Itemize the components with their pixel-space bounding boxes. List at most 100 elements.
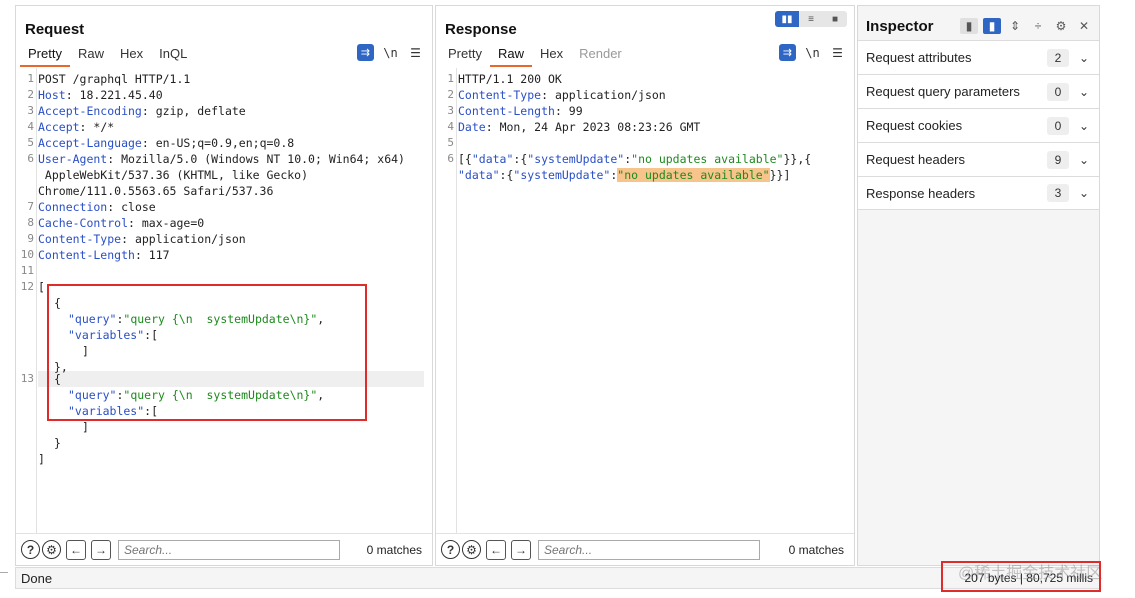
stats-highlight-box <box>941 561 1101 592</box>
tab-render[interactable]: Render <box>571 45 630 67</box>
header-line: Date: Mon, 24 Apr 2023 08:23:26 GMT <box>458 120 701 134</box>
wrap-lines-icon[interactable]: ⇉ <box>357 44 374 61</box>
close-icon[interactable]: ✕ <box>1075 18 1093 34</box>
line-number: 8 <box>27 216 34 229</box>
inspector-layout-left-icon[interactable]: ▮ <box>960 18 978 34</box>
line-number: 12 <box>20 280 34 293</box>
response-search-bar: ? ⚙ ← → 0 matches <box>436 533 854 565</box>
line-number: 5 <box>447 136 454 149</box>
next-match-icon[interactable]: → <box>511 539 531 560</box>
chevron-down-icon[interactable]: ⌄ <box>1069 186 1099 200</box>
tab-pretty[interactable]: Pretty <box>440 45 490 67</box>
response-panel: ▮▮ ≡ ■ Response Pretty Raw Hex Render ⇉ … <box>435 5 855 566</box>
header-line: Content-Type: application/json <box>458 88 666 102</box>
chevron-down-icon[interactable]: ⌄ <box>1069 85 1099 99</box>
request-title: Request <box>25 21 85 38</box>
header-line: Accept-Encoding: gzip, deflate <box>38 104 246 118</box>
next-match-icon[interactable]: → <box>91 539 111 560</box>
help-icon[interactable]: ? <box>441 540 460 559</box>
line-number: 3 <box>447 104 454 117</box>
tab-hex[interactable]: Hex <box>112 45 151 67</box>
inspector-row-request-cookies[interactable]: Request cookies 0 ⌄ <box>858 108 1099 142</box>
newline-icon[interactable]: \n <box>382 44 399 61</box>
tab-inql[interactable]: InQL <box>151 45 195 67</box>
header-line-continued: AppleWebKit/537.36 (KHTML, like Gecko) <box>38 168 309 182</box>
chevron-down-icon[interactable]: ⌄ <box>1069 51 1099 65</box>
inspector-row-label: Request cookies <box>866 118 963 133</box>
count-badge: 3 <box>1047 184 1069 202</box>
line-number: 6 <box>27 152 34 165</box>
split-view-icon[interactable]: ▮▮ <box>775 11 799 27</box>
single-view-icon[interactable]: ■ <box>823 11 847 27</box>
inspector-panel: Inspector ▮ ▮ ⇕ ÷ ⚙ ✕ Request attributes… <box>857 5 1100 566</box>
expand-all-icon[interactable]: ⇕ <box>1006 18 1024 34</box>
inspector-title: Inspector <box>866 17 934 35</box>
inspector-sections: Request attributes 2 ⌄ Request query par… <box>858 40 1099 210</box>
layout-toggle: ▮▮ ≡ ■ <box>775 11 847 27</box>
tab-hex[interactable]: Hex <box>532 45 571 67</box>
search-highlight: "no updates available" <box>617 168 770 182</box>
wrap-lines-icon[interactable]: ⇉ <box>779 44 796 61</box>
header-line: Host: 18.221.45.40 <box>38 88 163 102</box>
status-bar: Done 207 bytes | 80,725 millis <box>15 567 1100 589</box>
header-line-continued: Chrome/111.0.5563.65 Safari/537.36 <box>38 184 274 198</box>
response-toolbar: ⇉ \n ☰ <box>779 44 846 61</box>
request-line: POST /graphql HTTP/1.1 <box>38 72 191 86</box>
header-line: Accept: */* <box>38 120 115 134</box>
request-tabs: Pretty Raw Hex InQL <box>20 45 195 67</box>
request-match-count: 0 matches <box>366 542 422 557</box>
gutter-divider <box>36 68 37 533</box>
header-line: Cache-Control: max-age=0 <box>38 216 205 230</box>
gear-icon[interactable]: ⚙ <box>1052 18 1070 34</box>
line-number: 4 <box>447 120 454 133</box>
request-search-input[interactable] <box>118 539 340 560</box>
collapse-all-icon[interactable]: ÷ <box>1029 18 1047 34</box>
newline-icon[interactable]: \n <box>804 44 821 61</box>
line-number: 11 <box>20 264 34 277</box>
chevron-down-icon[interactable]: ⌄ <box>1069 119 1099 133</box>
line-number: 9 <box>27 232 34 245</box>
inspector-row-request-headers[interactable]: Request headers 9 ⌄ <box>858 142 1099 176</box>
menu-icon[interactable]: ☰ <box>829 44 846 61</box>
left-edge-tick <box>0 572 8 573</box>
header-line: Connection: close <box>38 200 156 214</box>
settings-icon[interactable]: ⚙ <box>462 540 481 559</box>
previous-match-icon[interactable]: ← <box>486 539 506 560</box>
line-number: 10 <box>20 248 34 261</box>
response-match-count: 0 matches <box>788 542 844 557</box>
highlight-box <box>47 284 367 421</box>
menu-icon[interactable]: ☰ <box>407 44 424 61</box>
tab-raw[interactable]: Raw <box>489 45 532 67</box>
tab-raw[interactable]: Raw <box>70 45 112 67</box>
chevron-down-icon[interactable]: ⌄ <box>1069 153 1099 167</box>
status-text: Done <box>21 570 53 586</box>
header-line: User-Agent: Mozilla/5.0 (Windows NT 10.0… <box>38 152 405 166</box>
line-number: 5 <box>27 136 34 149</box>
inspector-layout-right-icon[interactable]: ▮ <box>983 18 1001 34</box>
response-search-input[interactable] <box>538 539 760 560</box>
line-number: 3 <box>27 104 34 117</box>
line-number: 13 <box>20 372 34 385</box>
tab-pretty[interactable]: Pretty <box>20 45 70 67</box>
header-line: Content-Length: 99 <box>458 104 583 118</box>
inspector-row-label: Response headers <box>866 185 976 201</box>
json-line: } <box>54 436 61 450</box>
line-number: 4 <box>27 120 34 133</box>
count-badge: 9 <box>1047 150 1069 169</box>
inspector-row-label: Request headers <box>866 152 966 167</box>
previous-match-icon[interactable]: ← <box>66 539 86 560</box>
request-search-bar: ? ⚙ ← → 0 matches <box>16 533 432 565</box>
inspector-row-request-query-parameters[interactable]: Request query parameters 0 ⌄ <box>858 74 1099 108</box>
horizontal-view-icon[interactable]: ≡ <box>799 11 823 27</box>
help-icon[interactable]: ? <box>21 540 40 559</box>
line-number: 7 <box>27 200 34 213</box>
request-toolbar: ⇉ \n ☰ <box>357 44 424 61</box>
status-line: HTTP/1.1 200 OK <box>458 72 562 86</box>
response-editor[interactable]: 1 2 3 4 5 6 HTTP/1.1 200 OK Content-Type… <box>436 68 854 533</box>
inspector-header: Inspector ▮ ▮ ⇕ ÷ ⚙ ✕ <box>866 15 1093 37</box>
inspector-row-response-headers[interactable]: Response headers 3 ⌄ <box>858 176 1099 210</box>
inspector-row-request-attributes[interactable]: Request attributes 2 ⌄ <box>858 40 1099 74</box>
settings-icon[interactable]: ⚙ <box>42 540 61 559</box>
count-badge: 0 <box>1047 116 1069 135</box>
json-line: ] <box>38 452 45 466</box>
